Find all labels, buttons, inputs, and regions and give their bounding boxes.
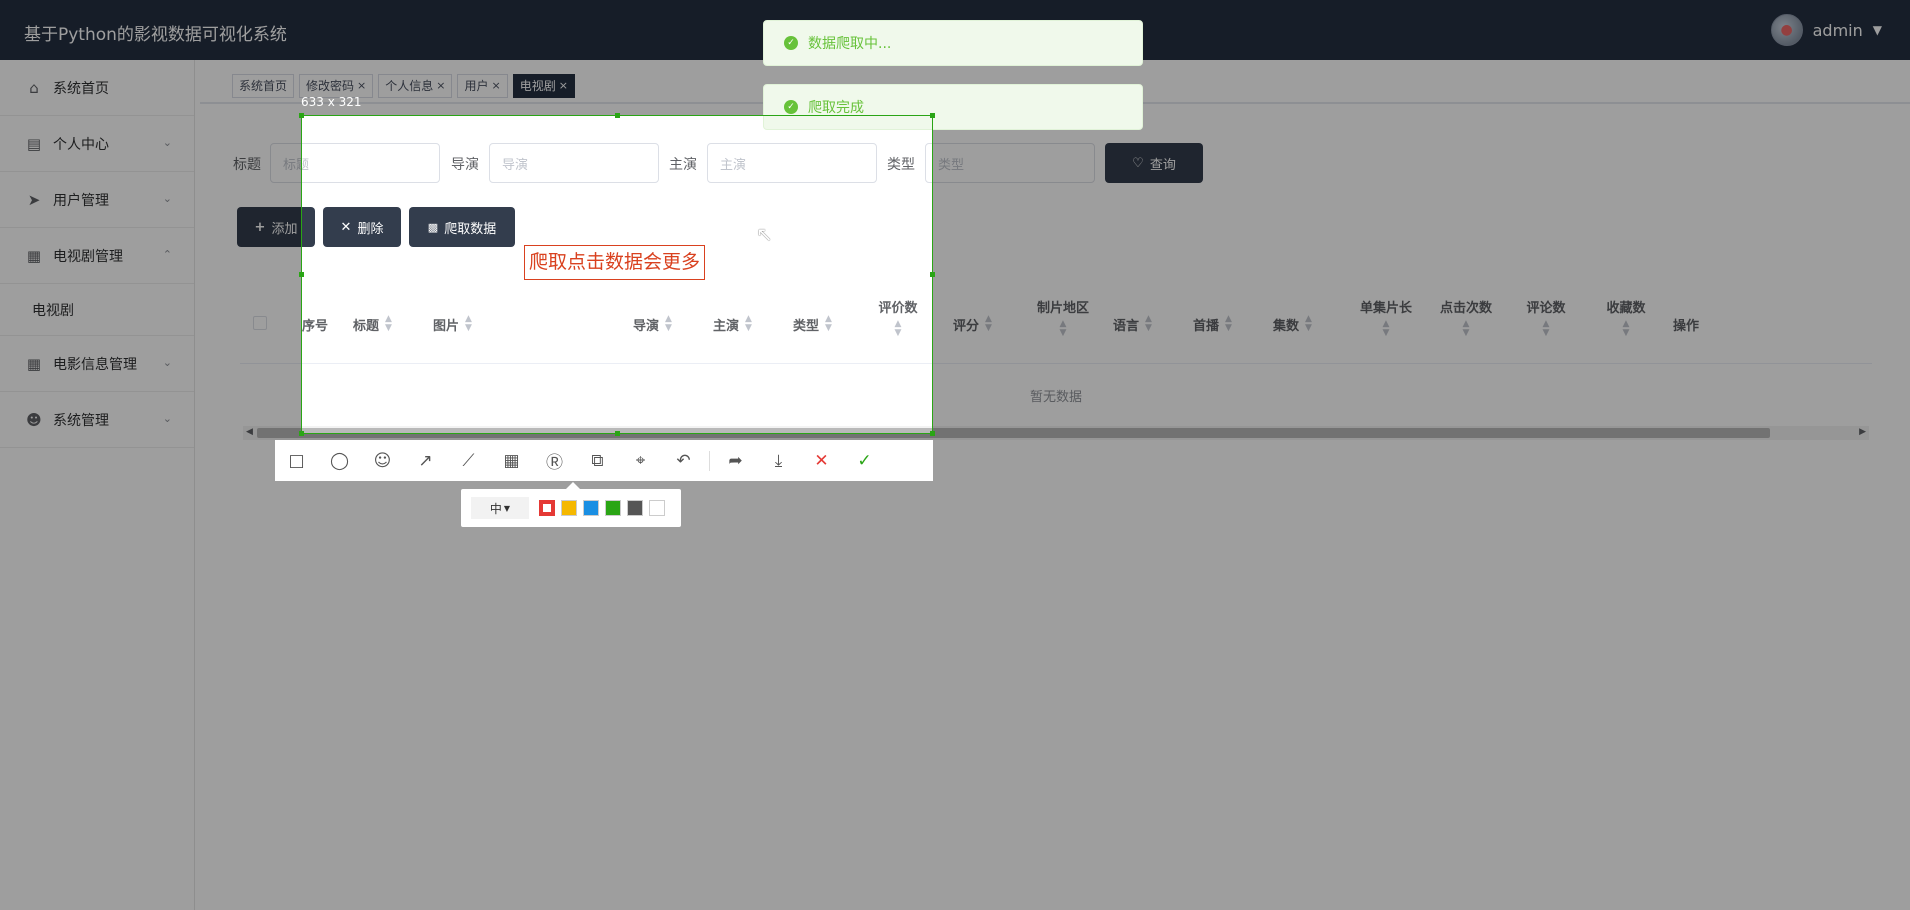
screenshot-mask — [933, 115, 1910, 434]
confirm-icon[interactable]: ✓ — [843, 440, 886, 481]
font-size-value: 中 — [489, 501, 502, 516]
rectangle-tool-icon[interactable]: □ — [275, 440, 318, 481]
resize-handle[interactable] — [930, 431, 935, 436]
color-swatch-yellow[interactable] — [561, 500, 577, 516]
resize-handle[interactable] — [615, 431, 620, 436]
text-tool-icon[interactable]: Ⓡ — [533, 440, 576, 481]
resize-handle[interactable] — [299, 272, 304, 277]
mosaic-tool-icon[interactable]: ▦ — [490, 440, 533, 481]
selection-size: 633 x 321 — [301, 95, 362, 109]
resize-handle[interactable] — [299, 113, 304, 118]
toast-text: 爬取完成 — [808, 100, 864, 116]
share-icon[interactable]: ➦ — [714, 440, 757, 481]
color-swatch-blue[interactable] — [583, 500, 599, 516]
ellipse-tool-icon[interactable]: ◯ — [318, 440, 361, 481]
caret-down-icon: ▼ — [503, 503, 511, 513]
resize-handle[interactable] — [930, 272, 935, 277]
cancel-icon[interactable]: ✕ — [800, 440, 843, 481]
screenshot-mask — [0, 434, 1910, 910]
toast-message: ✓ 数据爬取中... — [763, 20, 1143, 66]
check-circle-icon: ✓ — [784, 36, 798, 50]
mouse-cursor-icon: ↖ — [756, 222, 773, 246]
ocr-tool-icon[interactable]: ⌖ — [619, 440, 662, 481]
font-size-select[interactable]: 中 ▼ — [471, 497, 529, 519]
undo-icon[interactable]: ↶ — [662, 440, 705, 481]
emoji-tool-icon[interactable]: ☺ — [361, 440, 404, 481]
arrow-tool-icon[interactable]: ↗ — [404, 440, 447, 481]
line-tool-icon[interactable]: ⟋ — [447, 440, 490, 481]
color-swatch-green[interactable] — [605, 500, 621, 516]
copy-tool-icon[interactable]: ⧉ — [576, 440, 619, 481]
resize-handle[interactable] — [299, 431, 304, 436]
check-circle-icon: ✓ — [784, 100, 798, 114]
text-annotation[interactable]: 爬取点击数据会更多 — [524, 245, 706, 280]
color-swatch-white[interactable] — [649, 500, 665, 516]
toast-text: 数据爬取中... — [808, 36, 892, 52]
text-style-bar: 中 ▼ — [461, 482, 681, 527]
screenshot-mask — [0, 115, 301, 434]
color-swatch-red[interactable] — [539, 500, 555, 516]
toolbar-divider — [709, 450, 710, 471]
screenshot-toolbar: □ ◯ ☺ ↗ ⟋ ▦ Ⓡ ⧉ ⌖ ↶ ➦ ⤓ ✕ ✓ — [275, 440, 933, 481]
color-swatch-gray[interactable] — [627, 500, 643, 516]
resize-handle[interactable] — [930, 113, 935, 118]
resize-handle[interactable] — [615, 113, 620, 118]
download-icon[interactable]: ⤓ — [757, 440, 800, 481]
